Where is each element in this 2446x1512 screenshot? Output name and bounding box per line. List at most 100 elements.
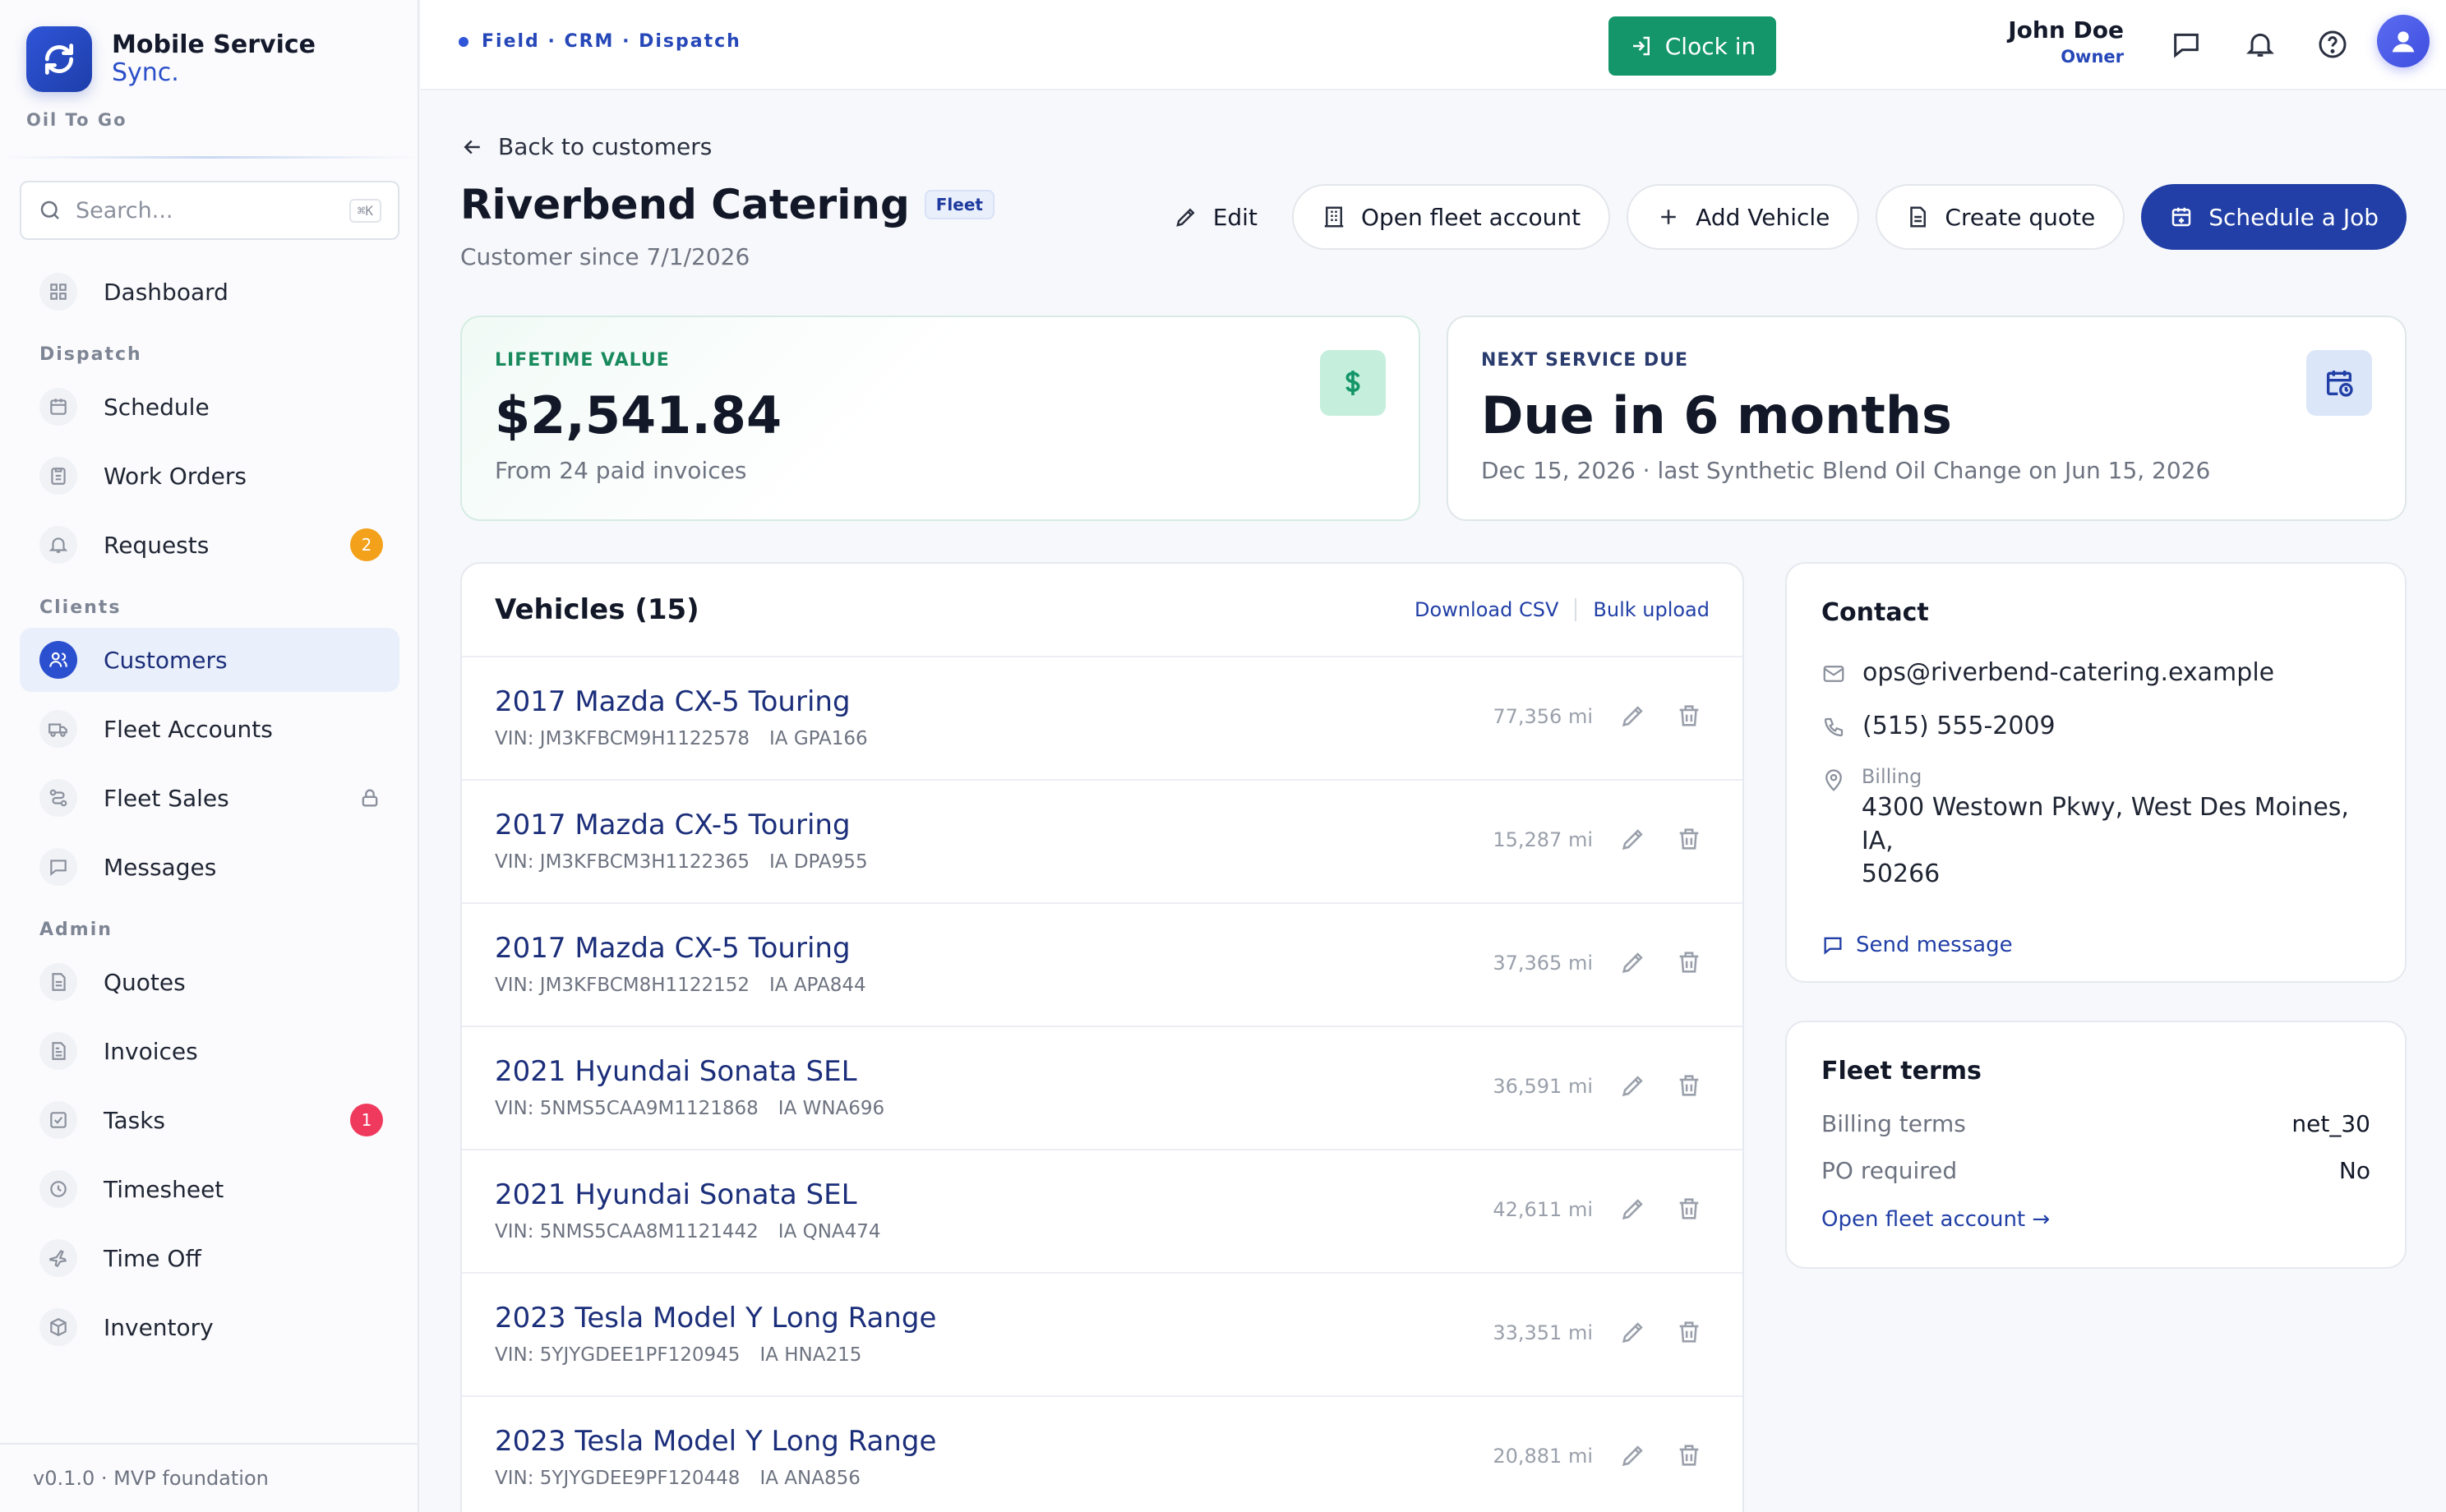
open-fleet-account-button[interactable]: Open fleet account — [1291, 184, 1611, 250]
po-required-label: PO required — [1821, 1157, 1958, 1184]
vehicle-row[interactable]: 2023 Tesla Model Y Long Range VIN: 5YJYG… — [462, 1274, 1742, 1397]
vehicle-row[interactable]: 2023 Tesla Model Y Long Range VIN: 5YJYG… — [462, 1397, 1742, 1512]
messages-icon[interactable] — [2170, 28, 2203, 61]
contact-phone[interactable]: (515) 555-2009 — [1862, 712, 2056, 740]
edit-button[interactable]: Edit — [1156, 184, 1276, 250]
sidebar-item-quotes[interactable]: Quotes — [20, 950, 399, 1014]
trash-icon[interactable] — [1675, 1195, 1703, 1223]
sidebar-item-fleet-sales[interactable]: Fleet Sales — [20, 766, 399, 830]
stat-value: Due in 6 months — [1481, 385, 1952, 445]
vehicle-vin: VIN: 5YJYGDEE9PF120448 — [495, 1468, 741, 1489]
sidebar-item-inventory[interactable]: Inventory — [20, 1295, 399, 1359]
vehicle-mileage: 36,591 mi — [1493, 1075, 1593, 1098]
back-link[interactable]: Back to customers — [460, 133, 712, 160]
vehicles-title: Vehicles (15) — [495, 593, 699, 626]
clock-in-label: Clock in — [1664, 32, 1756, 60]
sidebar-item-fleet-accounts[interactable]: Fleet Accounts — [20, 697, 399, 761]
sidebar-item-label: Time Off — [104, 1244, 201, 1272]
vehicle-row[interactable]: 2017 Mazda CX-5 Touring VIN: JM3KFBCM3H1… — [462, 781, 1742, 904]
trash-icon[interactable] — [1675, 1318, 1703, 1346]
dollar-icon — [1320, 350, 1386, 416]
stat-sub: From 24 paid invoices — [495, 457, 747, 484]
sidebar-item-invoices[interactable]: Invoices — [20, 1019, 399, 1083]
customer-since: Customer since 7/1/2026 — [460, 243, 750, 270]
vehicles-header: Vehicles (15) Download CSV Bulk upload — [462, 564, 1742, 657]
vehicle-row[interactable]: 2017 Mazda CX-5 Touring VIN: JM3KFBCM9H1… — [462, 657, 1742, 781]
sidebar-item-work-orders[interactable]: Work Orders — [20, 444, 399, 508]
create-quote-button[interactable]: Create quote — [1876, 184, 2125, 250]
truck-icon — [39, 710, 77, 748]
calendar-icon — [39, 388, 77, 426]
sidebar-item-time-off[interactable]: Time Off — [20, 1226, 399, 1290]
send-message-link[interactable]: Send message — [1821, 933, 2370, 957]
help-icon[interactable] — [2316, 28, 2349, 61]
notifications-bell-icon[interactable] — [2244, 28, 2277, 61]
clock-in-button[interactable]: Clock in — [1608, 16, 1776, 76]
sidebar-item-tasks[interactable]: Tasks 1 — [20, 1088, 399, 1152]
edit-pencil-icon[interactable] — [1619, 825, 1647, 853]
nav-section-clients: Clients — [39, 597, 122, 618]
vehicles-panel: Vehicles (15) Download CSV Bulk upload 2… — [460, 562, 1744, 1512]
sidebar-item-customers[interactable]: Customers — [20, 628, 399, 692]
sidebar: Mobile Service Sync. Oil To Go Search...… — [0, 0, 419, 1512]
vehicle-plate: IA QNA474 — [778, 1221, 881, 1242]
edit-pencil-icon[interactable] — [1619, 1195, 1647, 1223]
add-vehicle-button[interactable]: Add Vehicle — [1627, 184, 1860, 250]
bulk-upload-link[interactable]: Bulk upload — [1593, 598, 1710, 621]
avatar[interactable] — [2377, 15, 2430, 67]
user-info[interactable]: John Doe Owner — [2008, 16, 2124, 67]
next-service-card: NEXT SERVICE DUE Due in 6 months Dec 15,… — [1447, 316, 2407, 521]
sidebar-item-timesheet[interactable]: Timesheet — [20, 1157, 399, 1221]
sidebar-item-messages[interactable]: Messages — [20, 835, 399, 899]
vehicle-vin: VIN: 5YJYGDEE1PF120945 — [495, 1344, 741, 1366]
search-input[interactable]: Search... ⌘K — [20, 181, 399, 240]
open-fleet-account-link[interactable]: Open fleet account → — [1821, 1207, 2370, 1232]
vehicle-row[interactable]: 2021 Hyundai Sonata SEL VIN: 5NMS5CAA8M1… — [462, 1150, 1742, 1274]
invoice-icon — [39, 1032, 77, 1070]
edit-pencil-icon[interactable] — [1619, 1072, 1647, 1099]
download-csv-link[interactable]: Download CSV — [1415, 598, 1558, 621]
schedule-job-button[interactable]: Schedule a Job — [2141, 184, 2407, 250]
trash-icon[interactable] — [1675, 1072, 1703, 1099]
sidebar-item-label: Quotes — [104, 968, 186, 996]
vehicle-row[interactable]: 2017 Mazda CX-5 Touring VIN: JM3KFBCM8H1… — [462, 904, 1742, 1027]
search-placeholder: Search... — [76, 197, 173, 224]
edit-pencil-icon[interactable] — [1619, 702, 1647, 730]
mail-icon — [1821, 658, 1849, 686]
sidebar-item-label: Work Orders — [104, 462, 247, 490]
send-message-label: Send message — [1856, 932, 2013, 957]
contact-email[interactable]: ops@riverbend-catering.example — [1862, 658, 2274, 687]
document-icon — [39, 963, 77, 1001]
trash-icon[interactable] — [1675, 948, 1703, 976]
sidebar-item-dashboard[interactable]: Dashboard — [20, 260, 399, 324]
vehicle-vin: VIN: JM3KFBCM8H1122152 — [495, 975, 750, 996]
phone-icon — [1821, 712, 1849, 740]
pencil-icon — [1176, 208, 1195, 227]
sidebar-item-label: Dashboard — [104, 278, 228, 306]
stat-label: NEXT SERVICE DUE — [1481, 350, 1689, 371]
create-quote-label: Create quote — [1945, 203, 2096, 231]
vehicle-row[interactable]: 2021 Hyundai Sonata SEL VIN: 5NMS5CAA9M1… — [462, 1027, 1742, 1150]
vehicle-mileage: 42,611 mi — [1493, 1198, 1593, 1221]
trash-icon[interactable] — [1675, 702, 1703, 730]
sidebar-item-label: Timesheet — [104, 1175, 224, 1203]
edit-pencil-icon[interactable] — [1619, 948, 1647, 976]
trash-icon[interactable] — [1675, 1441, 1703, 1469]
sidebar-item-schedule[interactable]: Schedule — [20, 375, 399, 439]
vehicle-mileage: 33,351 mi — [1493, 1321, 1593, 1344]
bell-icon — [39, 526, 77, 564]
sidebar-item-label: Requests — [104, 531, 210, 559]
brand[interactable]: Mobile Service Sync. — [26, 26, 316, 92]
divider — [1575, 598, 1577, 621]
requests-badge: 2 — [350, 528, 383, 561]
fleet-terms-card: Fleet terms Billing terms net_30 PO requ… — [1785, 1021, 2407, 1269]
billing-label: Billing — [1861, 765, 1922, 788]
building-icon — [1324, 206, 1344, 228]
status-dot — [459, 36, 468, 47]
sidebar-item-requests[interactable]: Requests 2 — [20, 513, 399, 577]
vehicle-vin: VIN: JM3KFBCM9H1122578 — [495, 728, 750, 749]
trash-icon[interactable] — [1675, 825, 1703, 853]
edit-pencil-icon[interactable] — [1619, 1441, 1647, 1469]
edit-pencil-icon[interactable] — [1619, 1318, 1647, 1346]
card-title: Contact — [1821, 598, 1929, 627]
